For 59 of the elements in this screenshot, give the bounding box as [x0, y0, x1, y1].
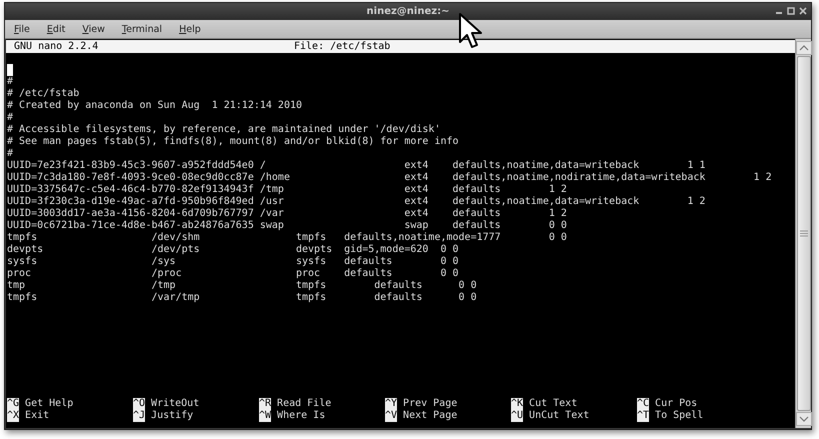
text-line: # Accessible filesystems, by reference, are maintained under '/dev/disk' — [7, 124, 440, 135]
text-cursor — [7, 64, 13, 76]
text-line: # — [7, 148, 14, 159]
text-line: UUID=7c3da180-7e8f-4093-9ce0-08ec9d0cc87e /home ext4 defaults,noatime,nodiratime,data=writeback 1 2 — [7, 172, 772, 183]
menu-item[interactable]: Terminal — [122, 24, 162, 34]
shortcut-key: ^W — [259, 410, 272, 422]
shortcut-label: Exit — [25, 410, 50, 422]
shortcut-key: ^K — [511, 398, 524, 410]
shortcut-key: ^V — [385, 410, 398, 422]
shortcut-label: Read File — [277, 398, 332, 410]
text-line: tmpfs /var/tmp tmpfs defaults 0 0 — [7, 292, 477, 303]
close-icon[interactable] — [799, 7, 807, 15]
editor-version: GNU nano 2.2.4 — [14, 40, 98, 53]
shortcut-key: ^X — [7, 410, 20, 422]
shortcut-label: WriteOut — [151, 398, 200, 410]
menu-item[interactable]: Edit — [46, 24, 66, 34]
text-line: # — [7, 112, 14, 123]
scroll-up-icon[interactable] — [796, 41, 812, 55]
shortcut-key: ^C — [637, 398, 650, 410]
scrollbar[interactable] — [795, 39, 811, 428]
shortcut-key: ^R — [259, 398, 272, 410]
text-line: # — [7, 76, 14, 87]
shortcut-key: ^G — [7, 398, 20, 410]
text-line: UUID=3003dd17-ae3a-4156-8204-6d709b767797 /var ext4 defaults 1 2 — [7, 208, 567, 219]
shortcut-label: Where Is — [277, 410, 326, 422]
text-line: proc /proc proc defaults 0 0 — [7, 268, 459, 279]
maximize-icon[interactable] — [787, 7, 795, 15]
shortcut-label: Next Page — [403, 410, 458, 422]
text-line: UUID=3f230c3a-d19e-49ac-a7fd-950b96f849ed /usr ext4 defaults,noatime,data=writeback 1 2 — [7, 196, 706, 207]
shortcut-key: ^O — [133, 398, 146, 410]
shortcut-key: ^T — [637, 410, 650, 422]
scrollbar-thumb[interactable] — [796, 56, 810, 411]
grip-icon — [800, 230, 808, 237]
window-title: ninez@ninez:~ — [366, 6, 450, 17]
shortcut-label: Cur Pos — [655, 398, 698, 410]
shortcut-key: ^J — [133, 410, 146, 422]
text-line: # See man pages fstab(5), findfs(8), mount(8) and/or blkid(8) for more info — [7, 136, 459, 147]
scroll-down-icon[interactable] — [796, 412, 812, 426]
shortcut-label: Prev Page — [403, 398, 458, 410]
shortcut-key: ^U — [511, 410, 524, 422]
shortcut-label: Justify — [151, 410, 194, 422]
text-line: sysfs /sys sysfs defaults 0 0 — [7, 256, 459, 267]
menu-item[interactable]: View — [82, 24, 105, 34]
text-line: UUID=7e23f421-83b9-45c3-9607-a952fddd54e0 / ext4 defaults,noatime,data=writeback 1 1 — [7, 160, 706, 171]
shortcut-label: Get Help — [25, 398, 74, 410]
text-line: # Created by anaconda on Sun Aug 1 21:12:14 2010 — [7, 100, 302, 111]
text-line: devpts /dev/pts devpts gid=5,mode=620 0 0 — [7, 244, 459, 255]
menu-item[interactable]: File — [14, 24, 30, 34]
file-name: File: /etc/fstab — [294, 40, 390, 53]
shortcut-label: UnCut Text — [529, 410, 590, 422]
text-line: tmp /tmp tmpfs defaults 0 0 — [7, 280, 477, 291]
text-line: # /etc/fstab — [7, 88, 80, 99]
text-line: UUID=3375647c-c5e4-46c4-b770-82ef9134943f /tmp ext4 defaults 1 2 — [7, 184, 567, 195]
text-line: UUID=0c6721ba-71ce-4d8e-b467-ab24876a7635 swap swap defaults 0 0 — [7, 220, 567, 231]
menu-item[interactable]: Help — [179, 24, 201, 34]
text-line: tmpfs /dev/shm tmpfs defaults,noatime,mode=1777 0 0 — [7, 232, 567, 243]
shortcut-key: ^Y — [385, 398, 398, 410]
shortcut-label: To Spell — [655, 410, 704, 422]
shortcut-label: Cut Text — [529, 398, 578, 410]
